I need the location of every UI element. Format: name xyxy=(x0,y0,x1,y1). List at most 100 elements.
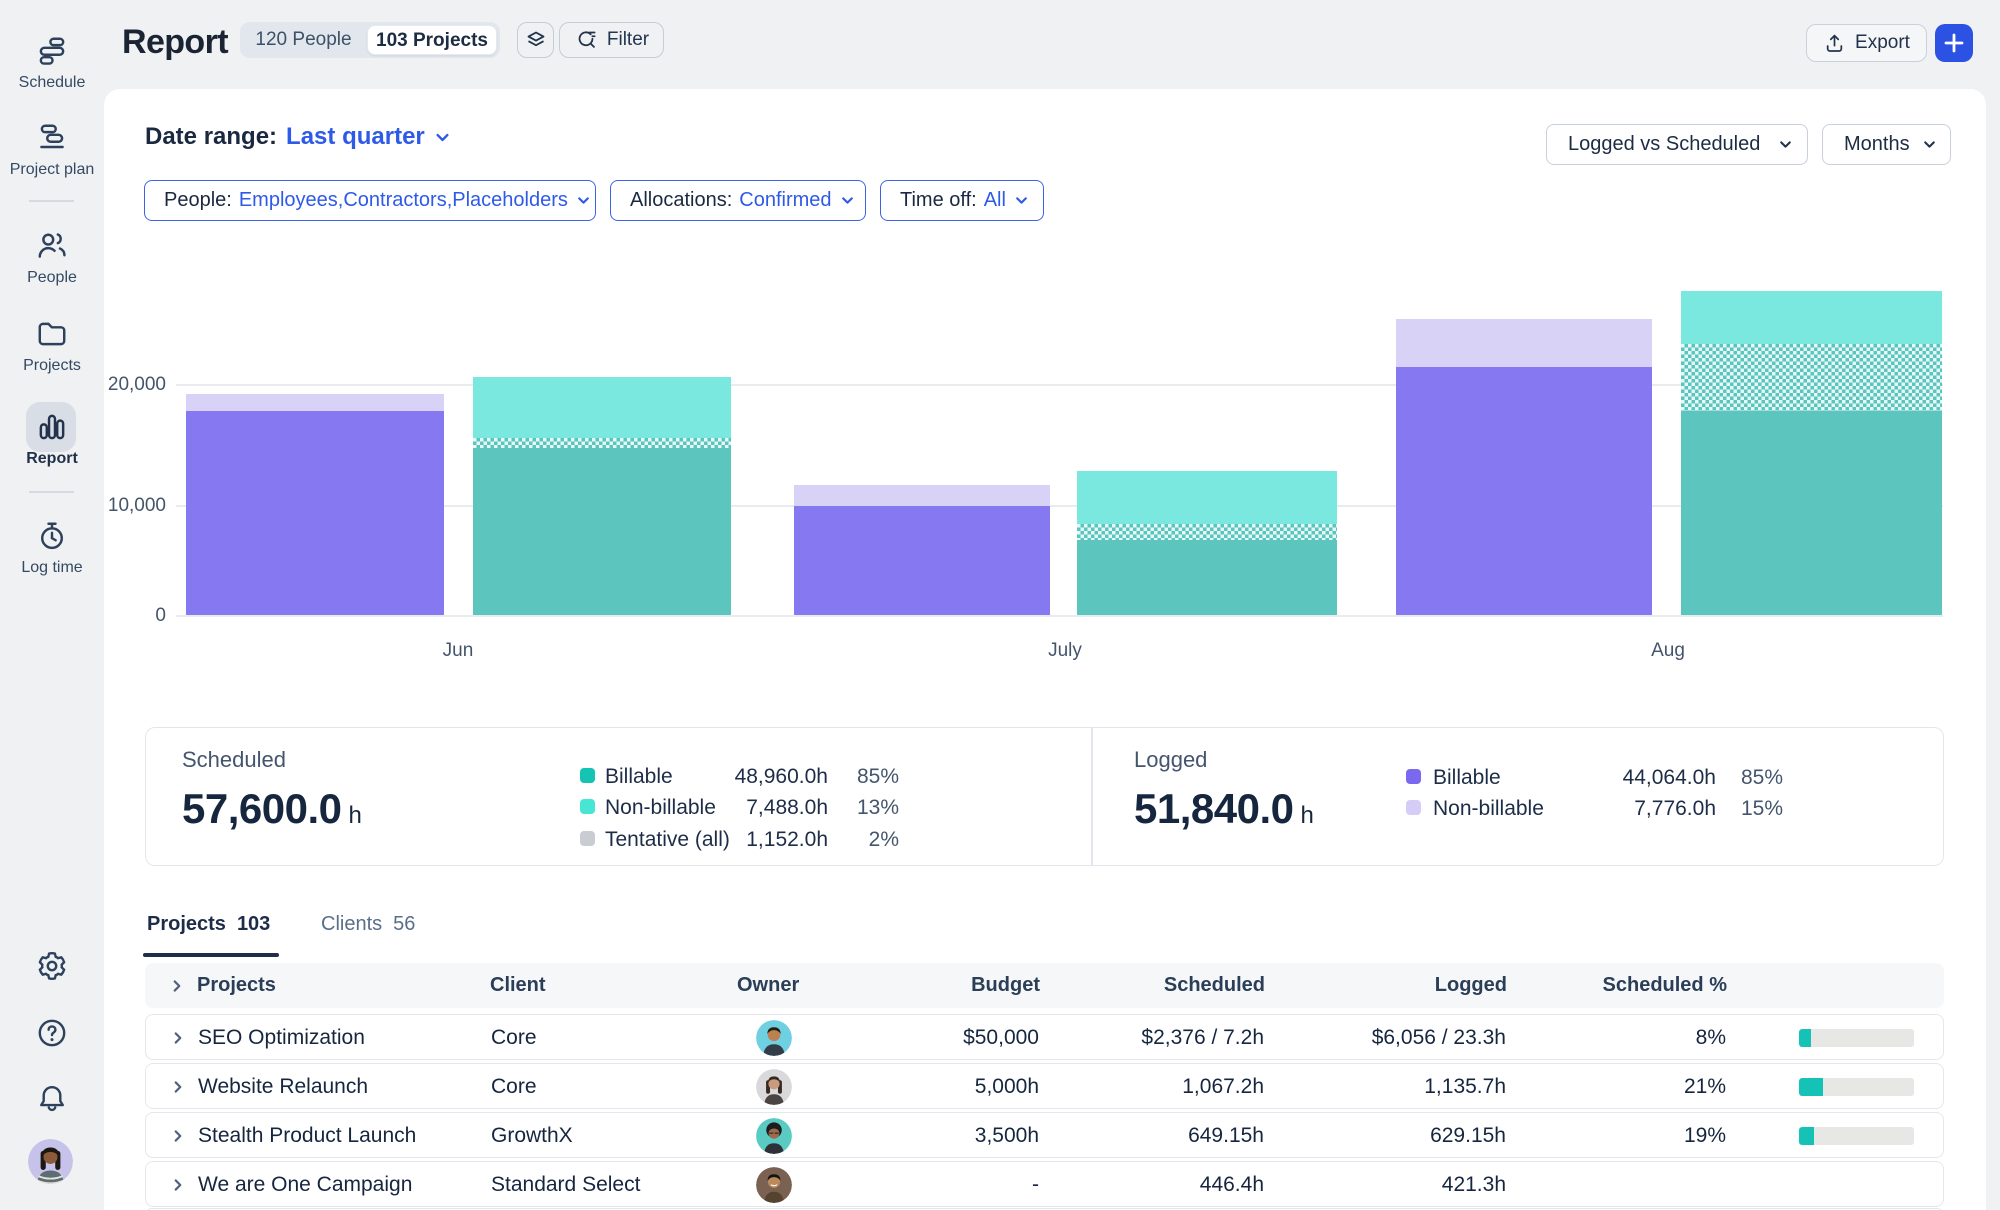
period-select[interactable]: Months xyxy=(1822,124,1951,165)
sidebar-item-log-time[interactable]: Log time xyxy=(0,519,104,577)
bar-jun-logged[interactable] xyxy=(186,394,444,615)
bar-segment-scheduled-tentative xyxy=(473,438,731,447)
owner-avatar xyxy=(756,1118,792,1154)
toggle-projects[interactable]: 103 Projects xyxy=(367,25,497,55)
bar-july-scheduled[interactable] xyxy=(1077,471,1337,615)
filter-label: Filter xyxy=(607,29,649,51)
gridline-20000 xyxy=(176,384,1943,386)
sidebar-item-people[interactable]: People xyxy=(0,229,104,287)
row-expand-chevron-icon[interactable] xyxy=(170,1064,186,1095)
allocations-filter-value: Confirmed xyxy=(739,189,831,212)
column-header-budget[interactable]: Budget xyxy=(971,963,1040,1008)
row-expand-chevron-icon[interactable] xyxy=(170,1015,186,1046)
legend-swatch-nonbillable xyxy=(1406,800,1421,815)
logged-total-value: 51,840.0h xyxy=(1134,785,1314,833)
y-axis-tick-label: 0 xyxy=(40,605,166,627)
scheduled-pct-value: 21% xyxy=(1684,1064,1726,1110)
column-header-owner[interactable]: Owner xyxy=(737,963,799,1008)
sidebar-item-projects[interactable]: Projects xyxy=(0,317,104,375)
allocations-filter-pill[interactable]: Allocations: Confirmed xyxy=(610,180,866,221)
people-filter-pill[interactable]: People: Employees,Contractors,Placeholde… xyxy=(144,180,596,221)
sidebar-item-project-plan[interactable]: Project plan xyxy=(0,121,104,179)
bar-segment-scheduled-billable xyxy=(1681,411,1942,615)
column-header-projects[interactable]: Projects xyxy=(197,963,276,1008)
allocations-filter-label: Allocations: xyxy=(630,189,732,212)
table-row[interactable]: SEO Optimization Core $50,000 $2,376 / 7… xyxy=(145,1014,1944,1060)
tab-projects[interactable]: Projects 103 xyxy=(147,913,270,936)
owner-avatar xyxy=(756,1069,792,1105)
legend-row-scheduled-billable: Billable 48,960.0h 85% xyxy=(580,765,910,787)
bar-july-logged[interactable] xyxy=(794,485,1050,615)
export-icon xyxy=(1823,32,1846,55)
project-name: Website Relaunch xyxy=(198,1064,368,1110)
bar-segment-scheduled-nonbillable xyxy=(1681,291,1942,344)
filter-icon xyxy=(574,28,598,52)
bar-segment-scheduled-nonbillable xyxy=(473,377,731,438)
column-header-logged[interactable]: Logged xyxy=(1435,963,1507,1008)
bar-segment-logged-nonbillable xyxy=(1396,319,1652,366)
toggle-people[interactable]: 120 People xyxy=(240,22,367,58)
metric-select-value: Logged vs Scheduled xyxy=(1568,133,1760,156)
chevron-down-icon xyxy=(1922,137,1937,152)
people-projects-toggle: 120 People 103 Projects xyxy=(240,22,500,58)
sidebar-label-projects: Projects xyxy=(0,357,104,375)
bar-aug-scheduled[interactable] xyxy=(1681,291,1942,615)
client-name: Core xyxy=(491,1064,537,1110)
sidebar-settings-button[interactable] xyxy=(0,948,104,984)
scheduled-pct-bar-fill xyxy=(1799,1078,1823,1096)
logged-value: $6,056 / 23.3h xyxy=(1372,1015,1506,1061)
column-header-scheduled[interactable]: Scheduled xyxy=(1164,963,1265,1008)
sidebar-item-schedule[interactable]: Schedule xyxy=(0,34,104,92)
timeoff-filter-pill[interactable]: Time off: All xyxy=(880,180,1044,221)
active-tab-underline xyxy=(143,953,279,957)
column-header-client[interactable]: Client xyxy=(490,963,546,1008)
table-row[interactable]: We are One Campaign Standard Select - 44… xyxy=(145,1161,1944,1207)
metric-select[interactable]: Logged vs Scheduled xyxy=(1546,124,1808,165)
help-icon xyxy=(34,1015,70,1051)
add-button[interactable] xyxy=(1935,24,1973,62)
filter-button[interactable]: Filter xyxy=(559,22,664,58)
bar-segment-logged-billable xyxy=(794,506,1050,615)
timeoff-filter-value: All xyxy=(984,189,1006,212)
period-select-value: Months xyxy=(1844,133,1910,156)
tab-clients[interactable]: Clients 56 xyxy=(321,913,415,936)
legend-swatch-billable xyxy=(1406,769,1421,784)
layers-button[interactable] xyxy=(517,22,554,58)
table-row[interactable]: Website Relaunch Core 5,000h 1,067.2h 1,… xyxy=(145,1063,1944,1109)
bar-jun-scheduled[interactable] xyxy=(473,377,731,615)
export-button[interactable]: Export xyxy=(1806,24,1927,62)
table-header: Projects Client Owner Budget Scheduled L… xyxy=(145,963,1944,1008)
tab-projects-count: 103 xyxy=(237,913,270,936)
sidebar-label-people: People xyxy=(0,269,104,287)
budget-value: $50,000 xyxy=(963,1015,1039,1061)
row-expand-chevron-icon[interactable] xyxy=(170,1113,186,1144)
table-row[interactable]: Stealth Product Launch GrowthX 3,500h 64… xyxy=(145,1112,1944,1158)
bar-segment-logged-nonbillable xyxy=(794,485,1050,507)
sidebar-notifications-button[interactable] xyxy=(0,1081,104,1117)
scheduled-pct-value: 8% xyxy=(1696,1015,1726,1061)
user-avatar[interactable] xyxy=(28,1139,73,1184)
sidebar-divider xyxy=(29,491,74,493)
logged-total-label: Logged xyxy=(1134,747,1207,773)
sidebar-label-report: Report xyxy=(0,450,104,468)
settings-gear-icon xyxy=(34,948,70,984)
legend-row-logged-billable: Billable 44,064.0h 85% xyxy=(1406,766,1792,788)
people-filter-label: People: xyxy=(164,189,232,212)
y-axis-tick-label: 20,000 xyxy=(40,374,166,396)
sidebar-item-report[interactable]: Report xyxy=(0,410,104,468)
scheduled-value: 649.15h xyxy=(1188,1113,1264,1159)
row-expand-chevron-icon[interactable] xyxy=(170,1162,186,1193)
scheduled-pct-value: 19% xyxy=(1684,1113,1726,1159)
bar-segment-scheduled-tentative xyxy=(1681,344,1942,411)
summary-divider xyxy=(1091,728,1093,865)
bar-segment-scheduled-tentative xyxy=(1077,524,1337,540)
column-header-scheduled-pct[interactable]: Scheduled % xyxy=(1603,963,1727,1008)
report-icon xyxy=(35,410,69,444)
sidebar-help-button[interactable] xyxy=(0,1015,104,1051)
expand-all-chevron-icon[interactable] xyxy=(169,963,185,994)
date-range-control[interactable]: Date range: Last quarter xyxy=(145,123,451,151)
bar-segment-scheduled-billable xyxy=(1077,540,1337,615)
budget-value: 3,500h xyxy=(975,1113,1039,1159)
bar-aug-logged[interactable] xyxy=(1396,319,1652,615)
owner-avatar xyxy=(756,1020,792,1056)
